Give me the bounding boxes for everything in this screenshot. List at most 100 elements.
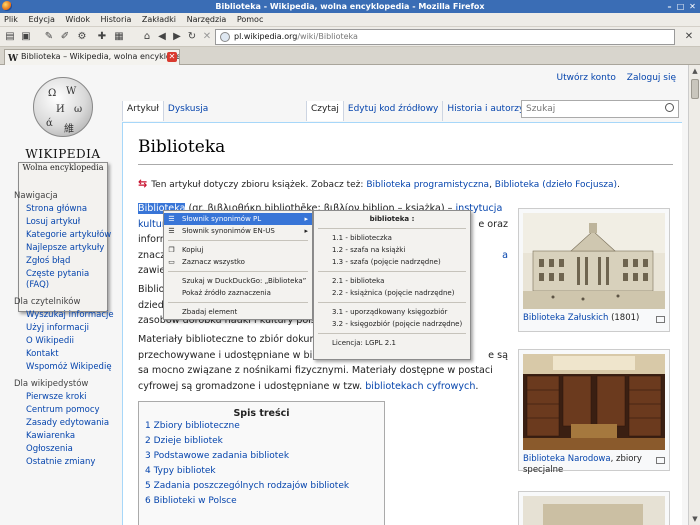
toolbox-icon[interactable]: ▣ [20, 31, 32, 43]
synonym-item[interactable]: 1.3 - szafa (pojęcie nadrzędne) [314, 256, 470, 268]
tab-article[interactable]: Artykuł [122, 101, 163, 121]
digital-libraries-link[interactable]: bibliotekach cyfrowych [365, 381, 475, 392]
menu-file[interactable]: Plik [0, 13, 22, 27]
sidebar-link[interactable]: Losuj artykuł [14, 217, 114, 228]
toc-item[interactable]: 3 Podstawowe zadania bibliotek [139, 449, 384, 464]
menu-tools[interactable]: Narzędzia [183, 13, 231, 27]
sidebar-link[interactable]: Kategorie artykułów [14, 230, 114, 241]
sidebar-link[interactable]: Zasady edytowania [14, 418, 114, 429]
synonym-item[interactable]: 1.1 - biblioteczka [314, 232, 470, 244]
synonym-item[interactable]: 1.2 - szafa na książki [314, 244, 470, 256]
url-path: /wiki/Biblioteka [297, 32, 358, 41]
toc-item[interactable]: 2 Dzieje bibliotek [139, 434, 384, 449]
menu-help[interactable]: Pomoc [233, 13, 268, 27]
wrench-icon[interactable]: ✎ [43, 31, 55, 43]
sidebar-link[interactable]: Kontakt [14, 349, 114, 360]
disambiguation-icon: ⇆ [138, 177, 148, 190]
stop-icon[interactable]: ✕ [201, 31, 213, 43]
search-input[interactable]: Szukaj [521, 100, 679, 118]
caption-1-link[interactable]: Biblioteka Załuskich [523, 313, 608, 323]
tab-edit[interactable]: Edytuj kod źródłowy [342, 101, 443, 121]
sidebar-link[interactable]: Wspomóż Wikipedię [14, 362, 114, 373]
login-link[interactable]: Zaloguj się [627, 73, 676, 83]
p1-line2[interactable]: kultur [138, 219, 166, 230]
sidebar-link[interactable]: Częste pytania (FAQ) [14, 269, 114, 291]
menu-item-label: Zaznacz wszystko [182, 258, 245, 266]
gear-icon[interactable]: ⚙ [76, 31, 88, 43]
sidebar-link[interactable]: Ogłoszenia [14, 444, 114, 455]
synonym-item[interactable]: 3.2 - księgozbiór (pojęcie nadrzędne) [314, 318, 470, 330]
vertical-scrollbar[interactable]: ▲ ▼ [688, 65, 700, 525]
sidebar-link[interactable]: Kawiarenka [14, 431, 114, 442]
create-account-link[interactable]: Utwórz konto [557, 73, 616, 83]
scroll-up-icon[interactable]: ▲ [690, 66, 700, 76]
minimize-icon[interactable]: – [665, 2, 674, 11]
sidebar-link[interactable]: Użyj informacji [14, 323, 114, 334]
copy-icon: ❐ [168, 246, 175, 254]
back-icon[interactable]: ◀ [156, 31, 168, 43]
hatnote-link[interactable]: Biblioteka (dzieło Focjusza) [495, 180, 617, 190]
caption-1-rest: (1801) [608, 313, 640, 323]
close-window-icon[interactable]: ✕ [688, 2, 697, 11]
page-title: Biblioteka [138, 137, 226, 157]
sidebar-link[interactable]: Ostatnie zmiany [14, 457, 114, 468]
menu-item-synonyms-pl[interactable]: ☰ Słownik synonimów PL ▸ [164, 213, 312, 225]
toc-item[interactable]: 4 Typy bibliotek [139, 464, 384, 479]
hatnote-link[interactable]: Biblioteka programistyczna [366, 180, 489, 190]
menu-item-synonyms-en[interactable]: ☰ Słownik synonimów EN-US ▸ [164, 225, 312, 237]
grid-icon[interactable]: ▦ [113, 31, 125, 43]
forward-icon[interactable]: ▶ [171, 31, 183, 43]
wikipedia-logo[interactable]: ΩWИ ωά維 WIKIPEDIA Wolna encyklopedia [18, 73, 108, 312]
menu-item-search[interactable]: Szukaj w DuckDuckGo: „Biblioteka” [164, 275, 312, 287]
menu-edit[interactable]: Edycja [24, 13, 58, 27]
synonym-item[interactable]: 2.2 - książnica (pojęcie nadrzędne) [314, 287, 470, 299]
synonym-item[interactable]: 3.1 - uporządkowany księgozbiór [314, 306, 470, 318]
url-bar[interactable]: pl.wikipedia.org/wiki/Biblioteka [215, 29, 675, 45]
menu-separator [168, 240, 308, 241]
sidebar-link[interactable]: Wyszukaj informacje [14, 310, 114, 321]
menu-bookmarks[interactable]: Zakładki [138, 13, 180, 27]
toc-item[interactable]: 5 Zadania poszczególnych rodzajów biblio… [139, 479, 384, 494]
menu-history[interactable]: Historia [97, 13, 136, 27]
browser-tab[interactable]: W Biblioteka – Wikipedia, wolna encyklop… [4, 49, 180, 65]
puzzle-icon[interactable]: ✚ [96, 31, 108, 43]
toc-item[interactable]: 1 Zbiory biblioteczne [139, 419, 384, 434]
tab-history[interactable]: Historia i autorzy [442, 101, 528, 121]
synonym-item[interactable]: 2.1 - biblioteka [314, 275, 470, 287]
search-icon[interactable] [665, 103, 674, 112]
menu-item-select-all[interactable]: ▭ Zaznacz wszystko [164, 256, 312, 268]
license-note: Licencja: LGPL 2.1 [332, 339, 396, 347]
sidebar-link[interactable]: Strona główna [14, 204, 114, 215]
sidebar-link[interactable]: Zgłoś błąd [14, 256, 114, 267]
narodowa-library-image[interactable] [523, 354, 665, 450]
scrollbar-thumb[interactable] [691, 79, 699, 99]
maximize-icon[interactable]: □ [676, 2, 685, 11]
menu-item-inspect[interactable]: Zbadaj element [164, 306, 312, 318]
enlarge-icon[interactable] [656, 316, 665, 323]
url-domain: pl.wikipedia.org [234, 32, 298, 41]
reload-icon[interactable]: ↻ [186, 31, 198, 43]
zaluski-library-image[interactable] [523, 213, 665, 309]
menu-view[interactable]: Widok [61, 13, 94, 27]
third-image[interactable] [523, 496, 665, 525]
scroll-down-icon[interactable]: ▼ [690, 514, 700, 524]
sidebar-link[interactable]: Centrum pomocy [14, 405, 114, 416]
home-icon[interactable]: ⌂ [141, 31, 153, 43]
tab-read[interactable]: Czytaj [306, 101, 343, 121]
menu-item-copy[interactable]: ❐ Kopiuj [164, 244, 312, 256]
pen-icon[interactable]: ✐ [59, 31, 71, 43]
p1-line4-end[interactable]: a [502, 248, 508, 264]
enlarge-icon[interactable] [656, 457, 665, 464]
menu-item-label: Pokaż źródło zaznaczenia [182, 289, 271, 297]
menu-close-icon[interactable]: ✕ [683, 31, 695, 43]
context-menu: ☰ Słownik synonimów PL ▸ ☰ Słownik synoni… [163, 210, 313, 320]
sidebar-link[interactable]: Najlepsze artykuły [14, 243, 114, 254]
sidebar-link[interactable]: Pierwsze kroki [14, 392, 114, 403]
sidebar-link[interactable]: O Wikipedii [14, 336, 114, 347]
menu-item-view-source[interactable]: Pokaż źródło zaznaczenia [164, 287, 312, 299]
tab-talk[interactable]: Dyskusja [162, 101, 212, 121]
printer-icon[interactable]: ▤ [4, 31, 16, 43]
toc-item[interactable]: 6 Biblioteki w Polsce [139, 494, 384, 509]
close-tab-icon[interactable]: ✕ [167, 52, 177, 62]
caption-2-link[interactable]: Biblioteka Narodowa [523, 454, 611, 464]
